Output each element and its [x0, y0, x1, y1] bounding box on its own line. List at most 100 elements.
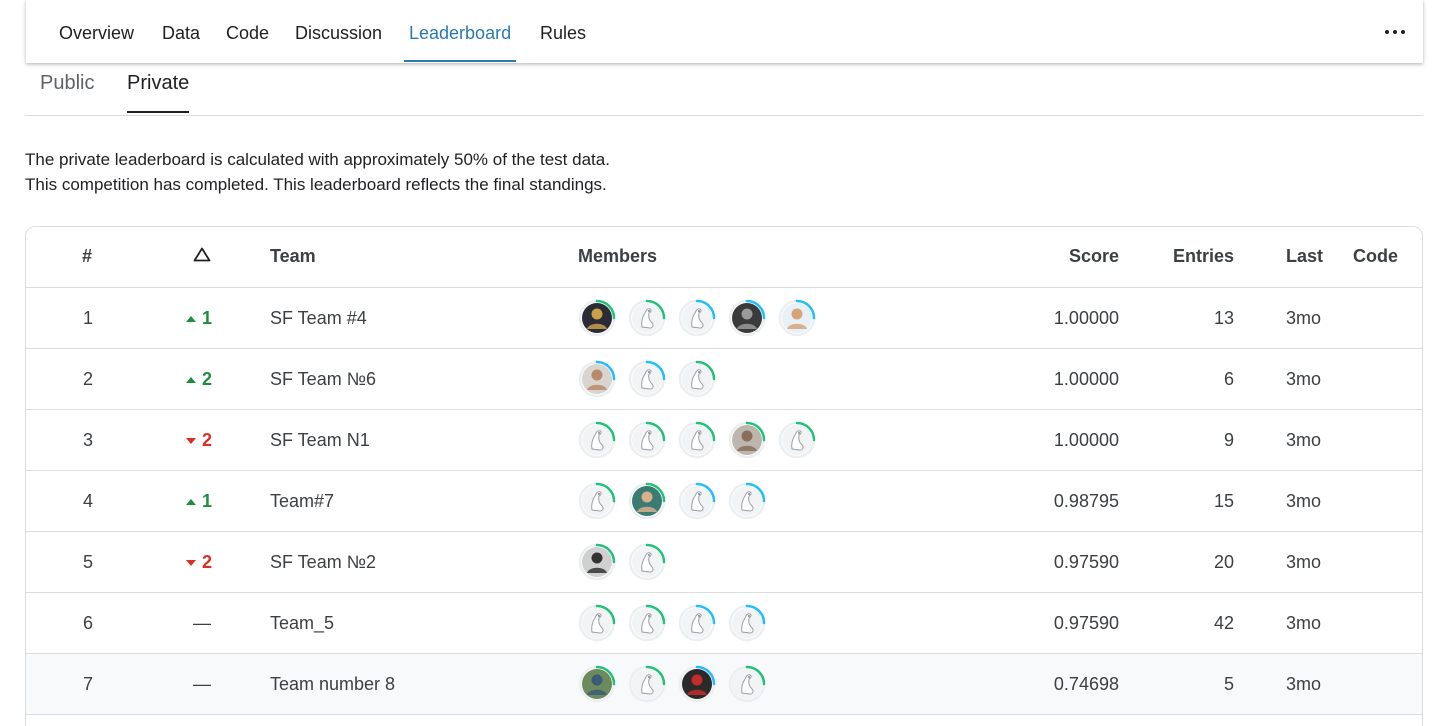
members-list [578, 482, 778, 520]
tab-leaderboard[interactable]: Leaderboard [403, 0, 517, 63]
member-avatar[interactable] [678, 665, 716, 703]
default-goose-avatar[interactable] [678, 604, 716, 642]
default-goose-avatar[interactable] [628, 299, 666, 337]
score-cell: 1.00000 [1053, 308, 1119, 328]
rank-cell: 7 [82, 674, 93, 694]
last-submission-cell: 3mo [1286, 491, 1322, 511]
subtab-private[interactable]: Private [127, 72, 190, 113]
team-name[interactable]: Team_5 [270, 613, 334, 634]
member-avatar[interactable] [578, 543, 616, 581]
rank-change: 1 [186, 491, 246, 512]
score-cell: 0.97590 [1053, 552, 1119, 572]
caret-up-icon [186, 498, 196, 505]
team-name[interactable]: Team#7 [270, 491, 334, 512]
header-entries[interactable]: Entries [1173, 246, 1234, 267]
team-name[interactable]: SF Team №2 [270, 552, 376, 573]
last-submission-cell: 3mo [1286, 430, 1322, 450]
members-list [578, 665, 778, 703]
default-goose-avatar[interactable] [678, 360, 716, 398]
member-avatar[interactable] [628, 482, 666, 520]
default-goose-avatar[interactable] [628, 421, 666, 459]
tab-data[interactable]: Data [162, 0, 200, 63]
default-goose-avatar[interactable] [678, 299, 716, 337]
rank-change: — [186, 613, 246, 634]
default-goose-avatar[interactable] [778, 421, 816, 459]
header-rank[interactable]: # [82, 246, 92, 267]
default-goose-avatar[interactable] [578, 604, 616, 642]
rank-change: 2 [186, 369, 246, 390]
team-name[interactable]: SF Team #4 [270, 308, 367, 329]
subtab-public[interactable]: Public [40, 72, 94, 95]
rank-cell: 6 [82, 613, 93, 633]
table-row[interactable]: 6 — Team_5 0.97590 42 3mo [26, 593, 1422, 654]
header-members: Members [578, 246, 658, 266]
rank-change: 1 [186, 308, 246, 329]
table-header: # Team Members Score Entries Last Code [26, 227, 1422, 288]
rank-change-value: 2 [202, 369, 213, 389]
default-goose-avatar[interactable] [678, 421, 716, 459]
member-avatar[interactable] [578, 665, 616, 703]
members-list [578, 604, 778, 642]
member-avatar[interactable] [778, 299, 816, 337]
default-goose-avatar[interactable] [678, 482, 716, 520]
default-goose-avatar[interactable] [578, 482, 616, 520]
entries-cell: 13 [1213, 308, 1234, 328]
tab-overview[interactable]: Overview [59, 0, 134, 63]
rank-cell: 2 [82, 369, 93, 389]
rank-cell: 5 [82, 552, 93, 572]
default-goose-avatar[interactable] [578, 421, 616, 459]
entries-cell: 20 [1213, 552, 1234, 572]
team-name[interactable]: SF Team №6 [270, 369, 376, 390]
member-avatar[interactable] [728, 299, 766, 337]
table-row[interactable]: 3 2 SF Team N1 1.00000 9 3mo [26, 410, 1422, 471]
caret-down-icon [186, 437, 196, 444]
last-submission-cell: 3mo [1286, 613, 1322, 633]
table-row[interactable]: 4 1 Team#7 0.98795 15 3mo [26, 471, 1422, 532]
rank-change-value: — [193, 674, 211, 694]
header-last[interactable]: Last [1286, 246, 1323, 267]
header-team[interactable]: Team [270, 246, 316, 267]
default-goose-avatar[interactable] [628, 665, 666, 703]
member-avatar[interactable] [728, 421, 766, 459]
caret-down-icon [186, 559, 196, 566]
rank-change-value: — [193, 613, 211, 633]
member-avatar[interactable] [578, 360, 616, 398]
team-name[interactable]: Team number 8 [270, 674, 395, 695]
last-submission-cell: 3mo [1286, 369, 1322, 389]
default-goose-avatar[interactable] [728, 482, 766, 520]
table-row[interactable]: 5 2 SF Team №2 0.97590 20 3mo [26, 532, 1422, 593]
members-list [578, 299, 828, 337]
more-horizontal-icon[interactable] [1385, 22, 1405, 42]
table-row[interactable]: 2 2 SF Team №6 1.00000 6 3mo [26, 349, 1422, 410]
delta-triangle-icon [193, 247, 211, 262]
leaderboard-subtabs: Public Private [25, 63, 1423, 116]
info-line-2: This competition has completed. This lea… [25, 175, 607, 194]
default-goose-avatar[interactable] [728, 665, 766, 703]
score-cell: 0.74698 [1053, 674, 1119, 694]
default-goose-avatar[interactable] [628, 543, 666, 581]
default-goose-avatar[interactable] [728, 604, 766, 642]
members-list [578, 421, 828, 459]
score-cell: 0.98795 [1053, 491, 1119, 511]
team-name[interactable]: SF Team N1 [270, 430, 370, 451]
default-goose-avatar[interactable] [628, 604, 666, 642]
rank-change: 2 [186, 430, 246, 451]
tab-rules[interactable]: Rules [540, 0, 586, 63]
tab-code[interactable]: Code [226, 0, 269, 63]
default-goose-avatar[interactable] [628, 360, 666, 398]
rank-change-value: 1 [202, 308, 213, 328]
rank-cell: 4 [82, 491, 93, 511]
rank-change-value: 2 [202, 430, 213, 450]
rank-change: 2 [186, 552, 246, 573]
caret-up-icon [186, 376, 196, 383]
member-avatar[interactable] [578, 299, 616, 337]
table-row[interactable]: 1 1 SF Team #4 1.00000 13 3mo [26, 288, 1422, 349]
header-score[interactable]: Score [1069, 246, 1119, 267]
rank-cell: 1 [82, 308, 93, 328]
score-cell: 1.00000 [1053, 430, 1119, 450]
last-submission-cell: 3mo [1286, 674, 1322, 694]
table-row[interactable]: 7 — Team number 8 0.74698 5 3mo [26, 654, 1422, 715]
entries-cell: 15 [1213, 491, 1234, 511]
score-cell: 1.00000 [1053, 369, 1119, 389]
tab-discussion[interactable]: Discussion [295, 0, 382, 63]
